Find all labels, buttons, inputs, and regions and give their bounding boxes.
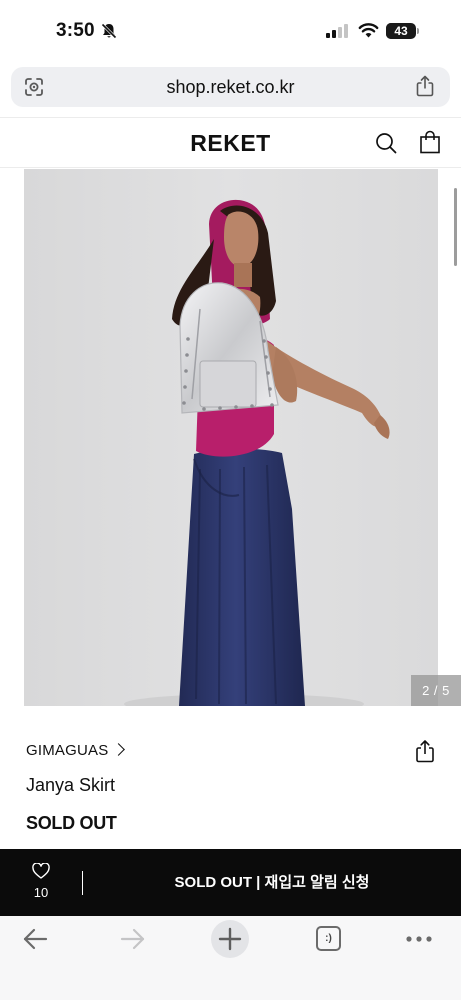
status-time: 3:50 <box>56 20 95 41</box>
product-share-icon[interactable] <box>414 739 436 763</box>
brand-name[interactable]: GIMAGUAS <box>26 742 108 759</box>
back-arrow-icon[interactable] <box>22 927 48 951</box>
scroll-indicator <box>454 188 457 266</box>
image-counter: 2 / 5 <box>411 675 461 706</box>
new-tab-button[interactable] <box>211 920 249 958</box>
product-status: SOLD OUT <box>26 813 117 833</box>
product-name: Janya Skirt <box>26 775 116 795</box>
battery-icon: 43 <box>386 23 419 39</box>
tabs-icon[interactable]: :) <box>316 926 341 951</box>
status-bar: 3:50 43 <box>0 0 461 62</box>
like-button[interactable]: 10 <box>0 849 82 916</box>
model-illustration <box>24 169 438 706</box>
purchase-bar: 10 SOLD OUT | 재입고 알림 신청 <box>0 849 461 916</box>
shopping-bag-icon[interactable] <box>419 130 441 154</box>
browser-toolbar: :) <box>0 916 461 1000</box>
search-icon[interactable] <box>375 132 397 154</box>
bell-muted-icon <box>101 23 117 39</box>
wifi-icon <box>358 23 379 38</box>
url-text[interactable]: shop.reket.co.kr <box>11 67 450 107</box>
brand-link[interactable]: GIMAGUAS <box>26 742 126 759</box>
share-icon[interactable] <box>415 75 435 97</box>
heart-icon[interactable] <box>32 863 50 879</box>
site-header: REKET <box>0 117 461 168</box>
forward-arrow-icon[interactable] <box>120 927 146 951</box>
battery-level: 43 <box>394 24 408 38</box>
product-photo[interactable] <box>24 169 438 706</box>
chevron-right-icon <box>112 743 126 756</box>
plus-icon[interactable] <box>211 920 249 958</box>
address-bar[interactable]: shop.reket.co.kr <box>11 67 450 107</box>
restock-alert-button[interactable]: SOLD OUT | 재입고 알림 신청 <box>83 849 461 916</box>
like-count: 10 <box>33 885 49 900</box>
cellular-signal-icon <box>326 24 348 38</box>
more-icon[interactable] <box>405 927 433 951</box>
